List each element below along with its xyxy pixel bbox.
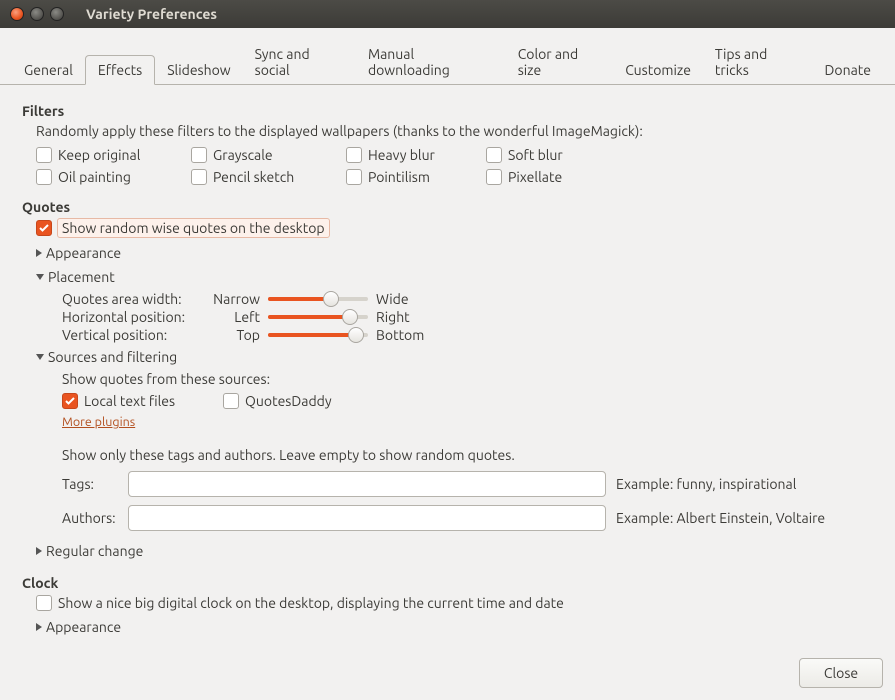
tab-color-size[interactable]: Color and size [506, 40, 614, 84]
sources-intro: Show quotes from these sources: [62, 371, 881, 387]
tab-content: Filters Randomly apply these filters to … [0, 85, 895, 637]
window-titlebar: Variety Preferences [0, 0, 895, 28]
checkbox-label: Pointilism [368, 169, 430, 185]
tags-input[interactable] [128, 471, 606, 497]
quotes-placement-expander[interactable]: Placement Quotes area width: Narrow Wide… [36, 267, 881, 343]
quotes-show-random[interactable]: Show random wise quotes on the desktop [36, 219, 881, 237]
checkbox-label: Heavy blur [368, 147, 435, 163]
filter-keep-original[interactable]: Keep original [36, 147, 191, 163]
filter-intro: Show only these tags and authors. Leave … [62, 447, 881, 463]
checkbox-label: Local text files [84, 393, 175, 409]
checkbox[interactable] [486, 147, 502, 163]
authors-label: Authors: [62, 510, 128, 526]
tab-customize[interactable]: Customize [613, 56, 703, 84]
checkbox-label: Show a nice big digital clock on the des… [58, 595, 564, 611]
checkbox-label: Pixellate [508, 169, 562, 185]
tab-general[interactable]: General [12, 56, 85, 84]
window-close-button[interactable] [10, 7, 24, 21]
source-quotesdaddy[interactable]: QuotesDaddy [223, 393, 332, 409]
clock-show[interactable]: Show a nice big digital clock on the des… [36, 595, 881, 611]
clock-heading: Clock [22, 575, 881, 591]
expander-label: Regular change [46, 543, 143, 559]
chevron-right-icon [36, 249, 42, 257]
filter-pixellate[interactable]: Pixellate [486, 169, 626, 185]
clock-appearance-expander[interactable]: Appearance [36, 617, 881, 637]
checkbox[interactable] [486, 169, 502, 185]
checkbox[interactable] [191, 147, 207, 163]
filter-pointilism[interactable]: Pointilism [346, 169, 486, 185]
tab-bar: General Effects Slideshow Sync and socia… [0, 28, 895, 85]
authors-input[interactable] [128, 505, 606, 531]
checkbox-label: Pencil sketch [213, 169, 294, 185]
quotes-heading: Quotes [22, 199, 881, 215]
source-local-text-files[interactable]: Local text files [62, 393, 175, 409]
tab-donate[interactable]: Donate [813, 56, 883, 84]
more-plugins-link[interactable]: More plugins [62, 415, 135, 429]
slider-name: Vertical position: [62, 327, 212, 343]
slider-right-label: Right [368, 309, 428, 325]
chevron-right-icon [36, 623, 42, 631]
tags-hint: Example: funny, inspirational [606, 476, 881, 492]
chevron-down-icon [36, 274, 44, 280]
checkbox[interactable] [62, 393, 78, 409]
filter-soft-blur[interactable]: Soft blur [486, 147, 626, 163]
placement-body: Quotes area width: Narrow Wide Horizonta… [62, 291, 881, 343]
checkbox[interactable] [346, 147, 362, 163]
expander-label: Appearance [46, 619, 121, 635]
checkbox-label: Oil painting [58, 169, 131, 185]
filter-oil-painting[interactable]: Oil painting [36, 169, 191, 185]
checkbox-label: Show random wise quotes on the desktop [58, 219, 329, 237]
tab-effects[interactable]: Effects [85, 55, 155, 85]
checkbox[interactable] [36, 220, 52, 236]
close-button[interactable]: Close [799, 658, 883, 688]
filter-grayscale[interactable]: Grayscale [191, 147, 346, 163]
expander-label: Placement [48, 269, 115, 285]
sources-body: Show quotes from these sources: Local te… [62, 371, 881, 531]
slider-right-label: Bottom [368, 327, 428, 343]
tab-slideshow[interactable]: Slideshow [155, 56, 242, 84]
window-maximize-button[interactable] [50, 7, 64, 21]
quotes-appearance-expander[interactable]: Appearance [36, 243, 881, 263]
quotes-area-width-slider[interactable] [268, 297, 368, 301]
checkbox[interactable] [223, 393, 239, 409]
tab-manual-downloading[interactable]: Manual downloading [356, 40, 506, 84]
checkbox[interactable] [191, 169, 207, 185]
checkbox-label: Soft blur [508, 147, 563, 163]
slider-right-label: Wide [368, 291, 428, 307]
window-title: Variety Preferences [76, 6, 217, 22]
window-controls [6, 7, 68, 21]
checkbox-label: QuotesDaddy [245, 393, 332, 409]
authors-hint: Example: Albert Einstein, Voltaire [606, 510, 881, 526]
expander-label: Appearance [46, 245, 121, 261]
slider-left-label: Left [212, 309, 268, 325]
slider-name: Quotes area width: [62, 291, 212, 307]
chevron-down-icon [36, 354, 44, 360]
checkbox[interactable] [346, 169, 362, 185]
checkbox-label: Grayscale [213, 147, 273, 163]
quotes-sources-expander[interactable]: Sources and filtering Show quotes from t… [36, 347, 881, 531]
tags-label: Tags: [62, 476, 128, 492]
filter-heavy-blur[interactable]: Heavy blur [346, 147, 486, 163]
filters-grid: Keep original Grayscale Heavy blur Soft … [36, 147, 881, 185]
filters-heading: Filters [22, 103, 881, 119]
checkbox[interactable] [36, 169, 52, 185]
quotes-regular-change-expander[interactable]: Regular change [36, 541, 881, 561]
checkbox-label: Keep original [58, 147, 140, 163]
tab-sync-social[interactable]: Sync and social [243, 40, 356, 84]
slider-name: Horizontal position: [62, 309, 212, 325]
slider-left-label: Top [212, 327, 268, 343]
dialog-footer: Close [799, 658, 883, 688]
window-minimize-button[interactable] [30, 7, 44, 21]
expander-label: Sources and filtering [48, 349, 177, 365]
checkbox[interactable] [36, 595, 52, 611]
filter-pencil-sketch[interactable]: Pencil sketch [191, 169, 346, 185]
chevron-right-icon [36, 547, 42, 555]
tab-tips-tricks[interactable]: Tips and tricks [703, 40, 813, 84]
slider-left-label: Narrow [212, 291, 268, 307]
vertical-position-slider[interactable] [268, 333, 368, 337]
checkbox[interactable] [36, 147, 52, 163]
horizontal-position-slider[interactable] [268, 315, 368, 319]
filters-description: Randomly apply these filters to the disp… [36, 123, 881, 139]
